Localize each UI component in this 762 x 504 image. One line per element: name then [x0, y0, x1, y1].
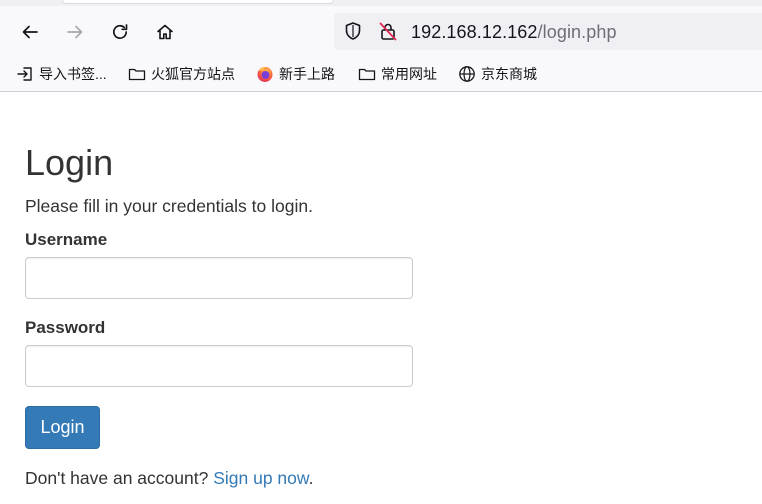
- shield-icon[interactable]: [343, 21, 363, 41]
- bookmark-label: 常用网址: [381, 66, 437, 82]
- bookmark-label: 京东商城: [481, 66, 537, 82]
- tab-strip: [0, 0, 762, 6]
- signup-link[interactable]: Sign up now: [213, 468, 308, 488]
- bookmark-label: 导入书签...: [39, 66, 107, 82]
- bookmark-jd-mall[interactable]: 京东商城: [458, 62, 537, 86]
- url-text[interactable]: 192.168.12.162/login.php: [411, 22, 617, 42]
- page-subtitle: Please fill in your credentials to login…: [25, 196, 313, 216]
- arrow-left-icon: [22, 25, 38, 39]
- bookmarks-toolbar: 导入书签... 火狐官方站点 新手上路 常用网址 京东商城: [0, 60, 762, 88]
- bookmark-common-sites[interactable]: 常用网址: [358, 62, 437, 86]
- bookmark-firefox-site[interactable]: 火狐官方站点: [128, 62, 235, 86]
- signup-suffix: .: [308, 468, 314, 488]
- url-host: 192.168.12.162: [411, 22, 538, 42]
- bookmark-label: 新手上路: [279, 66, 335, 82]
- username-label: Username: [25, 230, 108, 249]
- bookmark-label: 火狐官方站点: [151, 66, 235, 82]
- bookmark-import[interactable]: 导入书签...: [16, 62, 107, 86]
- password-input[interactable]: [25, 345, 413, 387]
- import-icon: [17, 67, 32, 81]
- password-label: Password: [25, 318, 106, 337]
- reload-button[interactable]: [106, 18, 134, 46]
- insecure-lock-icon[interactable]: [378, 21, 398, 41]
- folder-icon: [358, 68, 376, 81]
- home-button[interactable]: [151, 18, 179, 46]
- folder-icon: [128, 68, 146, 81]
- browser-toolbar: 192.168.12.162/login.php 导入书签... 火狐官方站点: [0, 0, 762, 92]
- bookmark-getting-started[interactable]: 新手上路: [256, 62, 335, 86]
- signup-prefix: Don't have an account?: [25, 468, 214, 488]
- forward-button[interactable]: [61, 18, 89, 46]
- signup-prompt: Don't have an account? Sign up now.: [25, 468, 313, 488]
- active-tab[interactable]: [62, 0, 334, 4]
- url-bar[interactable]: 192.168.12.162/login.php: [334, 13, 762, 50]
- url-path: /login.php: [537, 22, 617, 42]
- page-content: Login Please fill in your credentials to…: [0, 93, 762, 504]
- back-button[interactable]: [16, 18, 44, 46]
- arrow-right-icon: [67, 25, 83, 39]
- page-title: Login: [25, 142, 114, 183]
- home-icon: [157, 24, 173, 40]
- globe-icon: [459, 66, 475, 82]
- login-button[interactable]: Login: [25, 406, 100, 449]
- firefox-icon: [257, 66, 273, 82]
- username-input[interactable]: [25, 257, 413, 299]
- reload-icon: [112, 24, 128, 39]
